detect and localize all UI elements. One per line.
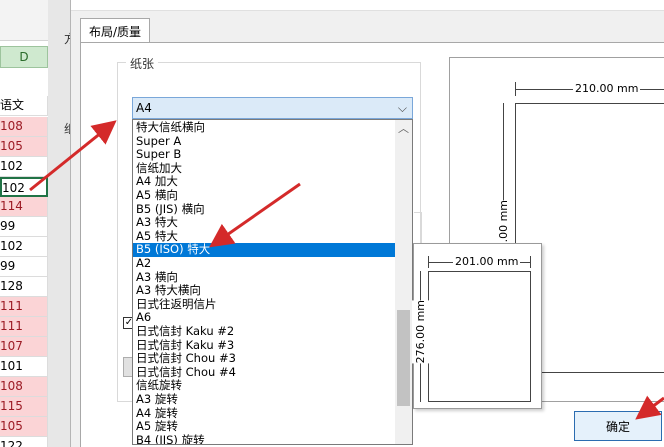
dialog-left-edge: 方 纸 xyxy=(48,0,76,447)
dropdown-option[interactable]: 日式信封 Kaku #3 xyxy=(133,338,395,353)
dropdown-option[interactable]: Super B xyxy=(133,148,395,162)
table-cell[interactable]: 102 xyxy=(0,157,48,177)
print-settings-dialog: 布局/质量 纸张 ✓ A4 ⌵ 特大信纸横向 Super A Super B 信纸加大… xyxy=(70,0,664,447)
table-cell[interactable]: 122 xyxy=(0,437,48,447)
table-cell[interactable]: 115 xyxy=(0,397,48,417)
width-dimension-tick xyxy=(515,82,516,96)
spreadsheet-toolbar-strip xyxy=(0,0,48,41)
spreadsheet-background: D 语文 108 105 102 102 114 99 102 99 128 111 111 107 10… xyxy=(0,0,48,447)
hover-width-tick-right xyxy=(530,256,531,268)
table-cell[interactable]: 107 xyxy=(0,337,48,357)
dropdown-option[interactable]: 日式往返明信片 xyxy=(133,298,395,312)
dropdown-option[interactable]: Super A xyxy=(133,134,395,149)
table-cell[interactable]: 108 xyxy=(0,117,48,137)
dropdown-option[interactable]: A4 加大 xyxy=(133,175,395,189)
hover-height-label: 276.00 mm xyxy=(412,300,429,364)
table-cell[interactable]: 101 xyxy=(0,357,48,377)
hover-width-label: 201.00 mm xyxy=(453,255,521,268)
dropdown-option[interactable]: 日式信封 Chou #3 xyxy=(133,352,395,366)
table-cell[interactable]: 128 xyxy=(0,277,48,297)
paper-size-value: A4 xyxy=(136,101,152,115)
table-cell[interactable]: 114 xyxy=(0,197,48,217)
table-cell[interactable]: 99 xyxy=(0,257,48,277)
dropdown-option[interactable]: A5 旋转 xyxy=(133,420,395,434)
dropdown-option[interactable]: A5 横向 xyxy=(133,189,395,203)
dropdown-option[interactable]: A3 旋转 xyxy=(133,393,395,407)
table-cell[interactable]: 105 xyxy=(0,137,48,157)
dropdown-option[interactable]: B4 (JIS) 旋转 xyxy=(133,434,395,444)
table-cell[interactable]: 111 xyxy=(0,317,48,337)
preview-width-label: 210.00 mm xyxy=(573,82,641,95)
dropdown-option[interactable]: B5 (ISO) 特大 xyxy=(133,243,395,257)
table-cell[interactable]: 105 xyxy=(0,417,48,437)
dropdown-scrollbar[interactable]: ︿ xyxy=(395,120,412,444)
dropdown-option[interactable]: A2 xyxy=(133,257,395,271)
table-cell[interactable]: 102 xyxy=(0,177,48,197)
scroll-up-icon[interactable]: ︿ xyxy=(395,120,412,135)
scrollbar-thumb[interactable] xyxy=(397,310,410,406)
chevron-down-icon[interactable]: ⌵ xyxy=(398,101,407,116)
dropdown-option[interactable]: B5 (JIS) 横向 xyxy=(133,202,395,217)
table-cell[interactable]: 111 xyxy=(0,297,48,317)
dropdown-option[interactable]: A3 特大 xyxy=(133,216,395,230)
cell-header[interactable]: 语文 xyxy=(0,96,48,116)
paper-group-label: 纸张 xyxy=(126,55,159,72)
column-header-d[interactable]: D xyxy=(0,46,48,68)
dropdown-option[interactable]: 特大信纸横向 xyxy=(133,121,395,135)
paper-size-dropdown-list[interactable]: 特大信纸横向 Super A Super B 信纸加大 A4 加大 A5 横向 B5 (JI… xyxy=(132,119,413,445)
dropdown-option[interactable]: A3 特大横向 xyxy=(133,284,395,298)
dropdown-option[interactable]: A4 旋转 xyxy=(133,406,395,421)
dropdown-option[interactable]: A5 特大 xyxy=(133,230,395,244)
hover-preview-page xyxy=(428,271,531,402)
dropdown-option[interactable]: 信纸旋转 xyxy=(133,379,395,393)
dialog-titlebar xyxy=(71,0,664,11)
table-cell[interactable]: 108 xyxy=(0,377,48,397)
dropdown-option[interactable]: A6 xyxy=(133,311,395,325)
dropdown-option[interactable]: 日式信封 Chou #4 xyxy=(133,366,395,380)
dropdown-option[interactable]: 信纸加大 xyxy=(133,162,395,176)
dropdown-option[interactable]: 日式信封 Kaku #2 xyxy=(133,325,395,339)
paper-size-select[interactable]: A4 ⌵ xyxy=(132,97,413,119)
table-cell[interactable]: 102 xyxy=(0,237,48,257)
ok-button[interactable]: 确定 xyxy=(574,411,662,441)
hover-width-tick-left xyxy=(428,256,429,268)
dropdown-option[interactable]: A3 横向 xyxy=(133,270,395,285)
table-cell[interactable]: 99 xyxy=(0,217,48,237)
tab-layout-quality[interactable]: 布局/质量 xyxy=(80,18,150,43)
